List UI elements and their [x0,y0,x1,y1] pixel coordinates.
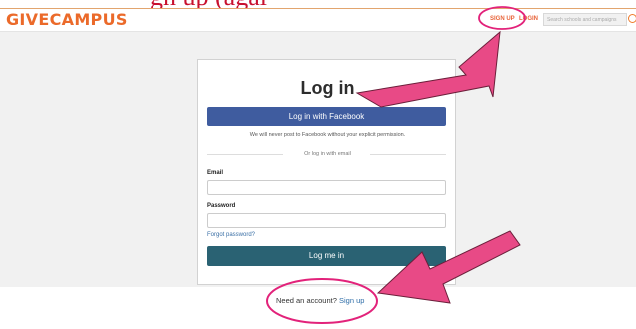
divider-right [370,154,446,155]
password-field[interactable] [207,213,446,228]
need-account-prompt: Need an account? Sign up [276,296,364,305]
log-me-in-button[interactable]: Log me in [207,246,446,266]
facebook-login-button[interactable]: Log in with Facebook [207,107,446,126]
login-card: Log in Log in with Facebook We will neve… [197,59,456,285]
nav-log-in-link[interactable]: LOGIN [519,16,538,22]
forgot-password-link[interactable]: Forgot password? [207,232,255,238]
search-input[interactable]: Search schools and campaigns [543,13,627,26]
facebook-note: We will never post to Facebook without y… [249,132,406,138]
givecampus-logo[interactable]: GIVECAMPUS [6,10,128,30]
sign-up-link[interactable]: Sign up [339,296,364,305]
slide-heading: gn up (agai [150,0,370,8]
top-navbar: GIVECAMPUS SIGN UP LOGIN Search schools … [0,8,636,32]
nav-sign-up-link[interactable]: SIGN UP [490,16,515,22]
email-field[interactable] [207,180,446,195]
password-label: Password [207,203,236,209]
need-account-text: Need an account? [276,296,337,305]
email-label: Email [207,170,224,176]
page-title: Log in [300,78,355,98]
search-icon[interactable] [628,14,636,23]
